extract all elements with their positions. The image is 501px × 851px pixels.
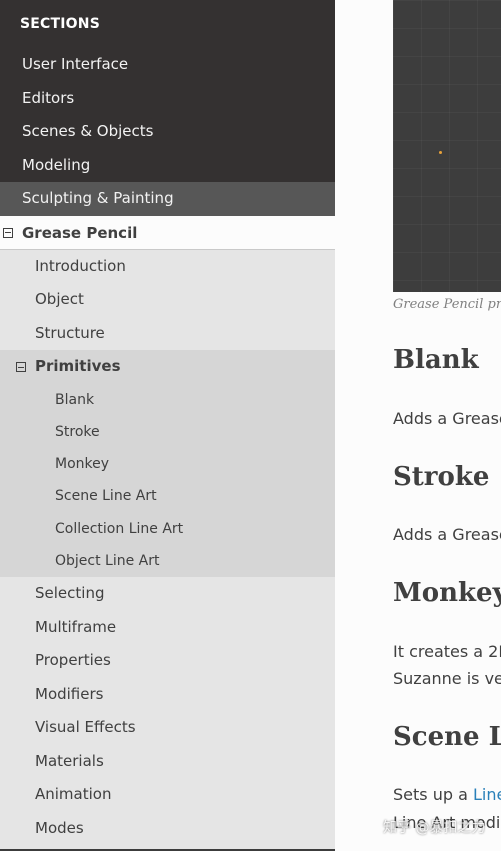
main-content: Grease Pencil pr Blank Adds a Grease Str…	[335, 0, 501, 851]
sidebar-item-selecting[interactable]: Selecting	[0, 577, 335, 611]
heading-blank: Blank	[393, 345, 479, 375]
sidebar-item-editors[interactable]: Editors	[0, 82, 335, 116]
paragraph-monkey-line2: Suzanne is ve	[393, 669, 501, 688]
figure-caption: Grease Pencil pr	[393, 297, 501, 312]
sidebar-item-materials[interactable]: Materials	[0, 745, 335, 779]
sidebar-item-scene-line-art[interactable]: Scene Line Art	[0, 480, 335, 512]
object-origin-dot	[439, 151, 442, 154]
sidebar-item-object[interactable]: Object	[0, 283, 335, 317]
viewport-grid	[393, 0, 501, 292]
heading-scene-line-art: Scene Li	[393, 722, 501, 752]
sidebar-item-properties[interactable]: Properties	[0, 644, 335, 678]
sidebar-item-structure[interactable]: Structure	[0, 317, 335, 351]
paragraph-scene-line-art-line1: Sets up a Line	[393, 785, 501, 804]
heading-monkey: Monkey	[393, 578, 501, 608]
paragraph-stroke: Adds a Grease	[393, 525, 501, 544]
sidebar-item-blank[interactable]: Blank	[0, 384, 335, 416]
sidebar-item-animation[interactable]: Animation	[0, 778, 335, 812]
sidebar-item-monkey[interactable]: Monkey	[0, 448, 335, 480]
sidebar-item-primitives[interactable]: Primitives	[0, 350, 335, 384]
sections-title: SECTIONS	[20, 16, 100, 32]
collapse-toggle-icon[interactable]	[16, 362, 26, 372]
sidebar-item-collection-line-art[interactable]: Collection Line Art	[0, 513, 335, 545]
sidebar-item-modes[interactable]: Modes	[0, 812, 335, 846]
sidebar-item-object-line-art[interactable]: Object Line Art	[0, 545, 335, 577]
heading-stroke: Stroke	[393, 462, 490, 492]
collapse-toggle-icon[interactable]	[3, 227, 13, 238]
sidebar-item-introduction[interactable]: Introduction	[0, 250, 335, 284]
sidebar-item-label: Grease Pencil	[22, 223, 138, 242]
sidebar-item-multiframe[interactable]: Multiframe	[0, 611, 335, 645]
sidebar-item-visual-effects[interactable]: Visual Effects	[0, 711, 335, 745]
sidebar-item-stroke[interactable]: Stroke	[0, 416, 335, 448]
sidebar-item-user-interface[interactable]: User Interface	[0, 48, 335, 82]
sidebar-nav: SECTIONS User Interface Editors Scenes &…	[0, 0, 335, 851]
watermark-text: 知乎 @暴扣之力	[383, 820, 486, 836]
primitives-subtree: Primitives Blank Stroke Monkey Scene Lin…	[0, 350, 335, 578]
viewport-screenshot-image	[393, 0, 501, 292]
paragraph-text: Sets up a	[393, 785, 473, 804]
sections-panel: SECTIONS User Interface Editors Scenes &…	[0, 0, 335, 216]
line-art-link[interactable]: Line	[473, 785, 501, 804]
sidebar-item-modeling[interactable]: Modeling	[0, 149, 335, 183]
sidebar-item-modifiers[interactable]: Modifiers	[0, 678, 335, 712]
paragraph-blank: Adds a Grease	[393, 409, 501, 428]
sidebar-item-sculpting-painting[interactable]: Sculpting & Painting	[0, 182, 335, 216]
sidebar-item-grease-pencil[interactable]: Grease Pencil	[0, 215, 335, 250]
sidebar-item-label: Primitives	[35, 357, 121, 375]
sidebar-item-scenes-objects[interactable]: Scenes & Objects	[0, 115, 335, 149]
paragraph-monkey-line1: It creates a 2D	[393, 642, 501, 661]
